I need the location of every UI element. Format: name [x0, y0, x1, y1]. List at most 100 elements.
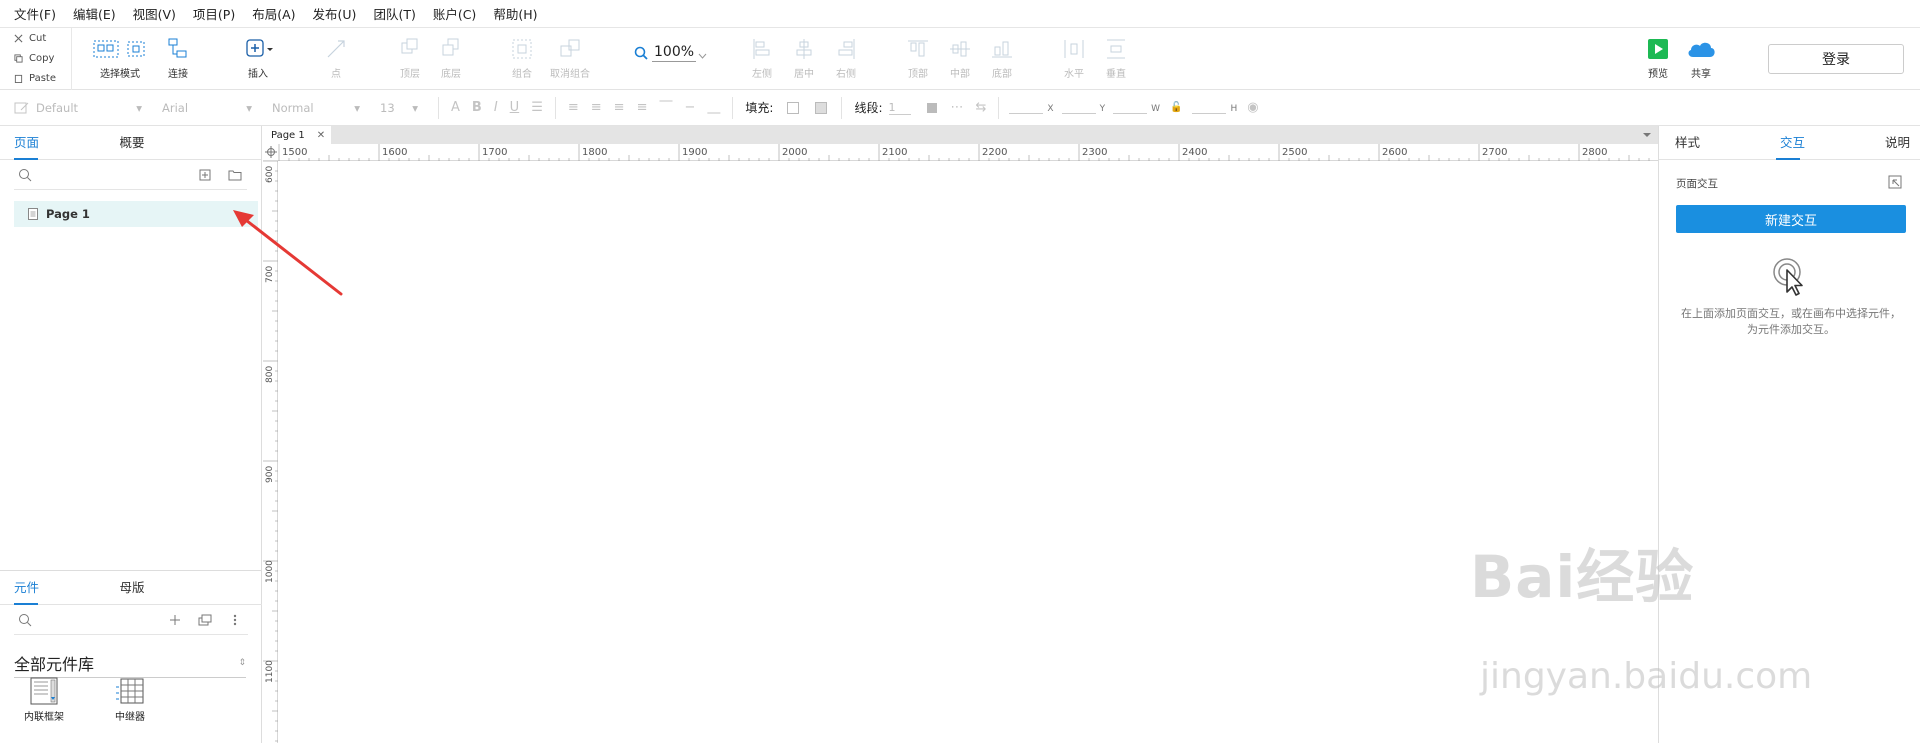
play-icon: [1648, 39, 1668, 59]
share-button[interactable]: 共享: [1671, 34, 1731, 86]
weight-select[interactable]: Normal ▾: [266, 97, 366, 119]
valign-bottom-icon[interactable]: ⎽: [707, 100, 720, 115]
line-color-swatch[interactable]: [926, 102, 937, 113]
shadow-swatch[interactable]: [815, 101, 828, 114]
bold-icon[interactable]: B: [472, 100, 482, 115]
h-field[interactable]: H: [1192, 102, 1237, 114]
library-tabs: 元件 母版: [0, 571, 262, 605]
menu-layout[interactable]: 布局(A): [252, 4, 295, 23]
widget-repeater-label: 中继器: [115, 712, 145, 723]
clipboard-icon: [14, 74, 23, 83]
line-width-value[interactable]: 1: [888, 101, 911, 115]
ungroup-button[interactable]: 取消组合: [540, 34, 600, 86]
search-icon[interactable]: [18, 168, 32, 182]
bullet-list-icon[interactable]: ☰: [531, 100, 543, 115]
ruler-label: 1500: [282, 147, 307, 158]
cloud-icon: [1688, 42, 1715, 57]
valign-middle-icon[interactable]: −: [684, 100, 695, 115]
menu-edit[interactable]: 编辑(E): [73, 4, 116, 23]
tab-widgets[interactable]: 元件: [0, 571, 52, 604]
search-icon[interactable]: [18, 613, 32, 627]
italic-icon[interactable]: I: [494, 100, 498, 115]
folder-icon[interactable]: [228, 169, 242, 181]
paste-button[interactable]: Paste: [0, 68, 71, 88]
select-mode-button[interactable]: 选择模式: [90, 34, 150, 86]
ungroup-icon: [560, 39, 580, 57]
document-tab[interactable]: Page 1 ✕: [263, 126, 331, 144]
insert-button[interactable]: 插入: [228, 34, 288, 86]
text-color-icon[interactable]: A: [451, 100, 460, 115]
expand-icon[interactable]: [1888, 175, 1902, 189]
visibility-icon[interactable]: ◉: [1247, 100, 1258, 115]
add-library-icon[interactable]: [169, 614, 181, 626]
connect-button[interactable]: 连接: [148, 34, 208, 86]
style-select[interactable]: Default ▾: [30, 97, 148, 119]
tab-style[interactable]: 样式: [1659, 126, 1753, 159]
ruler-label: 2300: [1082, 147, 1107, 158]
point-icon: [327, 40, 345, 58]
inline-frame-icon: [30, 677, 58, 705]
zoom-control[interactable]: 100%: [634, 44, 707, 62]
menu-view[interactable]: 视图(V): [133, 4, 176, 23]
divider: [554, 96, 556, 119]
select-mode-icon: [93, 40, 145, 58]
ruler-label: 600: [265, 166, 275, 183]
align-bottom-button[interactable]: 底部: [972, 34, 1032, 86]
text-align-center-icon[interactable]: ≡: [591, 100, 602, 115]
distribute-v-button[interactable]: 垂直: [1086, 34, 1146, 86]
tab-interactions[interactable]: 交互: [1753, 126, 1831, 159]
w-field[interactable]: W: [1113, 102, 1160, 114]
menu-publish[interactable]: 发布(U): [313, 4, 357, 23]
tab-outline[interactable]: 概要: [52, 126, 212, 159]
more-vertical-icon[interactable]: [233, 614, 237, 626]
library-select[interactable]: 全部元件库 ⇕: [14, 651, 246, 678]
tab-notes[interactable]: 说明: [1832, 126, 1920, 159]
canvas-area[interactable]: Page 1 ✕ 1500 1600 1700 1800 1900 2000 2100 220…: [263, 126, 1658, 743]
share-label: 共享: [1691, 69, 1711, 80]
copy-label: Copy: [29, 52, 55, 64]
x-field[interactable]: X: [1009, 102, 1054, 114]
point-button[interactable]: 点: [306, 34, 366, 86]
text-justify-icon[interactable]: ≡: [637, 100, 648, 115]
text-align-left-icon[interactable]: ≡: [568, 100, 579, 115]
widget-inline-frame[interactable]: 内联框架: [14, 677, 74, 723]
lock-icon[interactable]: 🔓: [1170, 102, 1182, 113]
widget-inline-frame-label: 内联框架: [24, 712, 64, 723]
divider: [438, 96, 439, 119]
valign-top-icon[interactable]: ⎺: [659, 100, 672, 115]
ruler-label: 2800: [1582, 147, 1607, 158]
close-icon[interactable]: ✕: [317, 130, 325, 141]
y-field[interactable]: Y: [1061, 102, 1105, 114]
menu-team[interactable]: 团队(T): [373, 4, 415, 23]
page-interactions-label: 页面交互: [1676, 178, 1718, 190]
new-interaction-button[interactable]: 新建交互: [1676, 205, 1906, 233]
interaction-hint: 在上面添加页面交互，或在画布中选择元件，为元件添加交互。: [1681, 307, 1901, 336]
menu-help[interactable]: 帮助(H): [493, 4, 537, 23]
menu-account[interactable]: 账户(C): [433, 4, 476, 23]
menu-file[interactable]: 文件(F): [14, 4, 56, 23]
font-size-select[interactable]: 13 ▾: [374, 97, 424, 119]
font-select[interactable]: Arial ▾: [156, 97, 258, 119]
tab-masters[interactable]: 母版: [52, 571, 212, 604]
layers-icon[interactable]: [198, 614, 212, 626]
login-button[interactable]: 登录: [1768, 44, 1904, 74]
library-panel: 元件 母版 全部元件库 ⇕ 内联框架 中继器: [0, 570, 262, 743]
page-tree-item[interactable]: Page 1: [14, 201, 258, 227]
cut-button[interactable]: Cut: [0, 28, 71, 48]
ruler-label: 900: [265, 466, 275, 483]
arrow-style-icon[interactable]: ⇆: [976, 100, 987, 115]
font-select-value: Arial: [162, 100, 189, 115]
fill-color-swatch[interactable]: [787, 101, 800, 114]
text-align-right-icon[interactable]: ≡: [614, 100, 625, 115]
widget-repeater[interactable]: 中继器: [100, 677, 160, 723]
chevron-down-icon[interactable]: [1642, 131, 1652, 139]
line-style-icon[interactable]: ⋯: [951, 100, 964, 115]
send-back-button[interactable]: 底层: [421, 34, 481, 86]
tab-pages[interactable]: 页面: [0, 126, 52, 159]
chevron-down-icon: ▾: [136, 100, 142, 115]
align-right-button[interactable]: 右侧: [816, 34, 876, 86]
menu-project[interactable]: 项目(P): [193, 4, 235, 23]
underline-icon[interactable]: U: [510, 100, 520, 115]
add-page-icon[interactable]: [199, 169, 211, 181]
copy-button[interactable]: Copy: [0, 48, 71, 68]
